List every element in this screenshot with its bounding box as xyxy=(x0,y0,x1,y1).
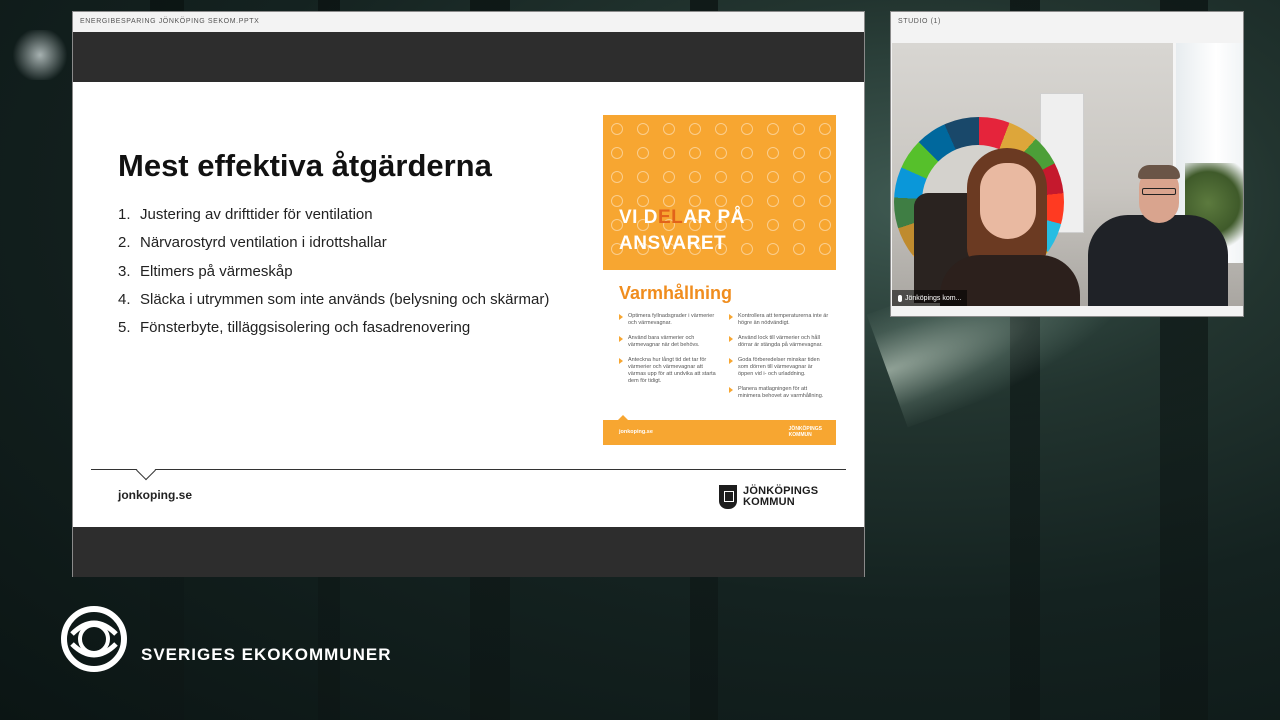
studio-window[interactable]: STUDIO (1) Jönköpings kom... xyxy=(890,11,1244,317)
crest-icon xyxy=(719,485,737,509)
poster-header: VI DELAR PÅ ANSVARET xyxy=(603,115,836,270)
sky-light xyxy=(10,30,70,80)
list-item: 4. Släcka i utrymmen som inte används (be… xyxy=(118,291,549,319)
divider-notch xyxy=(136,460,156,481)
participant-name-tag: Jönköpings kom... xyxy=(892,290,968,306)
list-item: 5. Fönsterbyte, tilläggsisolering och fas… xyxy=(118,319,549,347)
logo-line: KOMMUN xyxy=(743,496,795,508)
poster-tip: Planera matlagningen för att minimera be… xyxy=(729,386,829,400)
poster-right-column: Kontrollera att temperaturerna inte är h… xyxy=(729,313,829,408)
list-item: 2. Närvarostyrd ventilation i idrottshall… xyxy=(118,234,549,262)
video-feed[interactable]: Jönköpings kom... xyxy=(892,43,1243,306)
slide-window[interactable]: ENERGIBESPARING JÖNKÖPING SEKOM.PPTX Mes… xyxy=(72,11,865,577)
poster-headline: VI DELAR PÅ ANSVARET xyxy=(619,207,745,254)
studio-title: STUDIO (1) xyxy=(898,18,941,25)
poster-left-column: Optimera fyllnadsgrader i värmerier och … xyxy=(619,313,719,408)
brand-name: SVERIGES EKOKOMMUNER xyxy=(141,645,392,664)
slide-title: Mest effektiva åtgärderna xyxy=(118,148,492,183)
slide-letterbox-bottom xyxy=(73,527,864,577)
poster-tip: Optimera fyllnadsgrader i värmerier och … xyxy=(619,313,719,327)
poster-image: VI DELAR PÅ ANSVARET Varmhållning Optime… xyxy=(603,115,836,445)
list-number: 4. xyxy=(118,290,131,308)
microphone-icon xyxy=(898,294,902,302)
poster-tip: Kontrollera att temperaturerna inte är h… xyxy=(729,313,829,327)
list-item: 1. Justering av drifttider för ventilatio… xyxy=(118,206,549,234)
poster-footer-url: jonkoping.se xyxy=(619,429,653,435)
poster-subtitle: Varmhållning xyxy=(619,283,733,303)
list-text: Justering av drifttider för ventilation xyxy=(140,206,373,223)
poster-columns: Optimera fyllnadsgrader i värmerier och … xyxy=(619,313,829,408)
slide: Mest effektiva åtgärderna 1. Justering av… xyxy=(73,82,864,527)
participant-name: Jönköpings kom... xyxy=(905,294,962,302)
slide-window-title: ENERGIBESPARING JÖNKÖPING SEKOM.PPTX xyxy=(73,12,864,32)
poster-tip: Anteckna hur långt tid det tar för värme… xyxy=(619,357,719,385)
slide-letterbox-top xyxy=(73,32,864,82)
list-number: 1. xyxy=(118,206,131,223)
list-text: Närvarostyrd ventilation i idrottshallar xyxy=(140,234,387,252)
poster-footer-logo: JÖNKÖPINGS KOMMUN xyxy=(788,426,822,438)
list-number: 3. xyxy=(118,262,131,280)
list-text: Släcka i utrymmen som inte används (bely… xyxy=(140,290,550,308)
slide-footer-url: jonkoping.se xyxy=(118,488,193,502)
poster-footer: jonkoping.se JÖNKÖPINGS KOMMUN xyxy=(603,420,836,445)
poster-tip: Goda förberedelser minskar tiden som dör… xyxy=(729,357,829,378)
poster-tip: Använd lock till värmerier och håll dörr… xyxy=(729,335,829,349)
poster-tip: Använd bara värmerier och värmevagnar nä… xyxy=(619,335,719,349)
person-2 xyxy=(1088,215,1228,306)
list-item: 3. Eltimers på värmeskåp xyxy=(118,263,549,291)
list-text: Eltimers på värmeskåp xyxy=(140,262,293,280)
slide-divider xyxy=(91,469,846,470)
list-text: Fönsterbyte, tilläggsisolering och fasad… xyxy=(140,319,471,337)
list-number: 2. xyxy=(118,234,131,252)
sveriges-ekokommuner-logo-icon xyxy=(61,606,127,672)
jonkoping-kommun-logo: JÖNKÖPINGS KOMMUN xyxy=(719,485,818,509)
slide-list: 1. Justering av drifttider för ventilatio… xyxy=(118,206,549,347)
list-number: 5. xyxy=(118,319,131,337)
glasses xyxy=(1142,188,1176,195)
